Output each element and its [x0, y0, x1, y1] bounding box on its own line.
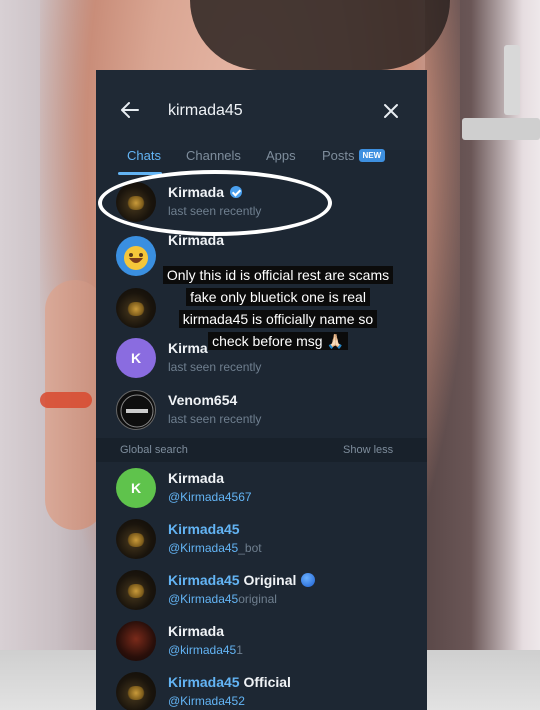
global-result-row[interactable]: Kirmada45 @Kirmada45_bot	[96, 513, 427, 565]
avatar	[116, 621, 156, 661]
result-name: Kirmada	[168, 470, 225, 486]
result-handle: @Kirmada45_bot	[168, 541, 262, 555]
chat-row[interactable]: Venom654 last seen recently	[96, 384, 427, 436]
background-bracelet	[40, 392, 92, 408]
caption-overlay: Only this id is official rest are scams …	[158, 264, 398, 352]
tab-posts-label: Posts	[322, 148, 355, 163]
result-handle: @Kirmada452	[168, 694, 245, 708]
caption-line: kirmada45 is officially name so	[178, 310, 378, 328]
search-bar: kirmada45	[96, 70, 427, 150]
tab-apps[interactable]: Apps	[266, 148, 296, 163]
caption-line: fake only bluetick one is real	[186, 288, 370, 306]
door-bolt	[504, 45, 520, 115]
search-tabs: Chats Channels Apps Posts NEW	[96, 146, 427, 176]
search-input[interactable]: kirmada45	[168, 102, 243, 120]
tab-posts[interactable]: Posts NEW	[322, 148, 386, 163]
chat-status: last seen recently	[168, 412, 262, 426]
handle-rest: original	[238, 592, 277, 606]
global-result-row[interactable]: Kirmada45 Original @Kirmada45original	[96, 564, 427, 616]
name-rest: Original	[239, 572, 297, 588]
handle-rest: 1	[236, 643, 243, 657]
chat-status: last seen recently	[168, 360, 262, 374]
result-handle: @Kirmada4567	[168, 490, 252, 504]
global-search-header: Global search Show less	[96, 438, 427, 462]
avatar	[116, 672, 156, 710]
avatar: K	[116, 468, 156, 508]
result-name: Kirmada	[168, 623, 225, 639]
avatar-letter: K	[130, 350, 142, 366]
global-result-row[interactable]: Kirmada @kirmada451	[96, 615, 427, 667]
show-less-button[interactable]: Show less	[343, 444, 393, 456]
close-icon[interactable]	[382, 102, 400, 120]
venom-logo-icon	[116, 390, 156, 430]
back-arrow-icon[interactable]	[120, 100, 140, 120]
name-match: Kirmada45	[168, 572, 240, 588]
new-badge: NEW	[358, 149, 386, 162]
tab-channels[interactable]: Channels	[186, 148, 241, 163]
avatar: K	[116, 338, 156, 378]
avatar	[116, 570, 156, 610]
section-title: Global search	[120, 444, 188, 456]
chat-name: Venom654	[168, 392, 238, 408]
name-rest: Official	[239, 674, 291, 690]
avatar	[116, 288, 156, 328]
handle-rest: _bot	[238, 541, 262, 555]
name-match: Kirmada45	[168, 674, 240, 690]
tab-chats[interactable]: Chats	[127, 148, 161, 163]
global-result-row[interactable]: Kirmada45 Official @Kirmada452	[96, 666, 427, 710]
result-name: Kirmada45	[168, 521, 240, 537]
blue-circle-icon	[301, 573, 316, 587]
background-hair	[190, 0, 450, 70]
global-result-row[interactable]: K Kirmada @Kirmada4567	[96, 462, 427, 514]
caption-line: Only this id is official rest are scams	[162, 266, 394, 284]
result-name: Kirmada45 Official	[168, 674, 291, 690]
handle-match: @kirmada45	[168, 643, 237, 657]
result-handle: @kirmada451	[168, 643, 243, 657]
result-name: Kirmada45 Original	[168, 572, 316, 588]
avatar	[116, 519, 156, 559]
highlight-circle	[98, 170, 332, 236]
caption-line: check before msg 🙏🏻	[208, 332, 348, 350]
telegram-search-panel: kirmada45 Chats Channels Apps Posts NEW K…	[96, 70, 427, 710]
handle-match: @Kirmada45	[168, 541, 239, 555]
handle-match: @Kirmada45	[168, 592, 239, 606]
door-latch	[462, 118, 540, 140]
emoji-avatar-icon	[116, 236, 156, 276]
result-handle: @Kirmada45original	[168, 592, 277, 606]
avatar-letter: K	[130, 480, 142, 496]
